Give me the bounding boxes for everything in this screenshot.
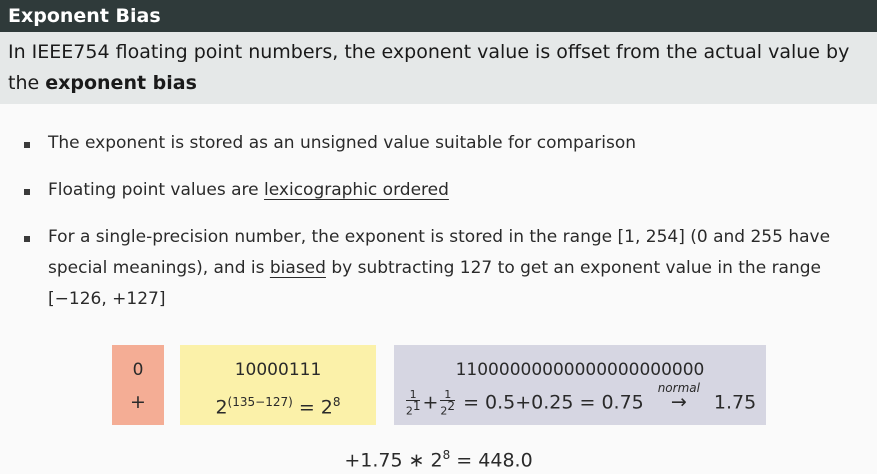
bullet-list: The exponent is stored as an unsigned va… — [0, 128, 877, 331]
mantissa-value: 1 21 + 1 22 = 0.5+0.25 = 0.75 normal → 1… — [405, 381, 757, 418]
sign-bits: 0 — [132, 360, 144, 380]
mantissa-box: 11000000000000000000000 1 21 + 1 22 = 0.… — [394, 345, 766, 425]
bullet-item: For a single-precision number, the expon… — [0, 222, 877, 315]
slide-title: Exponent Bias — [0, 0, 877, 32]
bullet-text: The exponent is stored as an unsigned va… — [48, 133, 637, 153]
result-equation: +1.75 ∗ 28 = 448.0 — [344, 448, 533, 472]
bullet-item: The exponent is stored as an unsigned va… — [0, 128, 877, 159]
normal-arrow: normal → — [657, 381, 700, 414]
sign-box: 0 + — [112, 345, 164, 425]
definition-term: exponent bias — [45, 72, 197, 94]
mantissa-bits: 11000000000000000000000 — [455, 360, 705, 380]
underlined-term: lexicographic ordered — [264, 180, 449, 200]
exponent-box: 10000111 2(135−127) = 28 — [180, 345, 376, 425]
fraction-quarter: 1 22 — [440, 388, 456, 418]
sign-value: + — [130, 391, 146, 413]
exponent-value: 2(135−127) = 28 — [215, 395, 341, 419]
float-example: 0 + 10000111 2(135−127) = 28 11000000000… — [0, 345, 877, 425]
definition-box: In IEEE754 floating point numbers, the e… — [0, 32, 877, 104]
fraction-half: 1 21 — [405, 388, 421, 418]
bullet-item: Floating point values are lexicographic … — [0, 175, 877, 206]
exponent-bits: 10000111 — [234, 360, 322, 380]
underlined-term: biased — [269, 258, 326, 278]
bullet-text: Floating point values are — [48, 180, 265, 200]
